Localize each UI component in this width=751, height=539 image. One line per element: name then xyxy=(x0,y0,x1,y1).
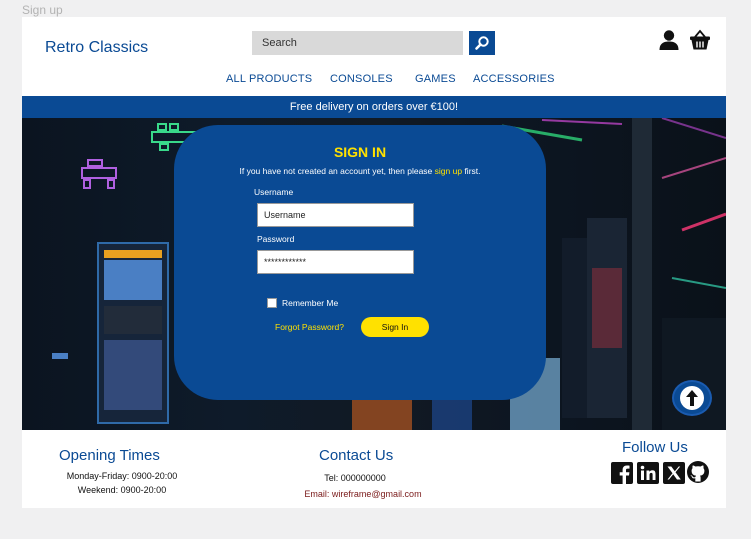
signup-link[interactable]: sign up xyxy=(435,166,462,176)
github-icon[interactable] xyxy=(687,461,709,483)
search-input[interactable] xyxy=(252,31,463,55)
search-bar xyxy=(252,31,495,55)
search-icon xyxy=(475,36,489,50)
user-icon[interactable] xyxy=(658,29,680,51)
contact-email[interactable]: Email: wireframe@gmail.com xyxy=(292,489,434,499)
signin-subtitle-text: If you have not created an account yet, … xyxy=(239,166,435,176)
nav-games[interactable]: GAMES xyxy=(415,73,456,85)
main-nav: ALL PRODUCTS CONSOLES GAMES ACCESSORIES xyxy=(22,73,726,89)
linkedin-icon[interactable] xyxy=(637,462,659,484)
signin-button[interactable]: Sign In xyxy=(361,317,429,337)
frame-label: Sign up xyxy=(22,3,63,17)
username-field[interactable] xyxy=(257,203,414,227)
remember-checkbox[interactable] xyxy=(267,298,277,308)
signin-subtitle: If you have not created an account yet, … xyxy=(174,166,546,176)
delivery-banner: Free delivery on orders over €100! xyxy=(22,96,726,118)
basket-icon[interactable] xyxy=(689,29,711,51)
arrow-up-icon xyxy=(680,386,704,410)
contact-title: Contact Us xyxy=(319,447,394,464)
contact-phone: Tel: 000000000 xyxy=(324,473,386,483)
forgot-password-link[interactable]: Forgot Password? xyxy=(275,322,344,332)
remember-me[interactable]: Remember Me xyxy=(267,298,338,308)
brand-logo[interactable]: Retro Classics xyxy=(45,39,148,57)
password-label: Password xyxy=(257,234,295,244)
follow-title: Follow Us xyxy=(622,439,688,456)
x-icon[interactable] xyxy=(663,462,685,484)
hero-section: SIGN IN If you have not created an accou… xyxy=(22,118,726,430)
opening-times-title: Opening Times xyxy=(59,447,160,464)
nav-all-products[interactable]: ALL PRODUCTS xyxy=(226,73,312,85)
signin-title: SIGN IN xyxy=(333,144,387,160)
facebook-icon[interactable] xyxy=(611,462,633,484)
password-field[interactable] xyxy=(257,250,414,274)
signin-card: SIGN IN If you have not created an accou… xyxy=(174,125,546,400)
opening-weekend: Weekend: 0900-20:00 xyxy=(77,485,167,495)
page: Retro Classics ALL PRODUCTS CONSOLES GAM… xyxy=(22,17,726,508)
opening-weekday: Monday-Friday: 0900-20:00 xyxy=(66,471,178,481)
remember-label: Remember Me xyxy=(282,298,339,308)
scroll-top-button[interactable] xyxy=(672,380,712,416)
nav-consoles[interactable]: CONSOLES xyxy=(330,73,393,85)
search-button[interactable] xyxy=(469,31,495,55)
username-label: Username xyxy=(254,187,294,197)
nav-accessories[interactable]: ACCESSORIES xyxy=(473,73,555,85)
signin-subtitle-end: first. xyxy=(462,166,481,176)
